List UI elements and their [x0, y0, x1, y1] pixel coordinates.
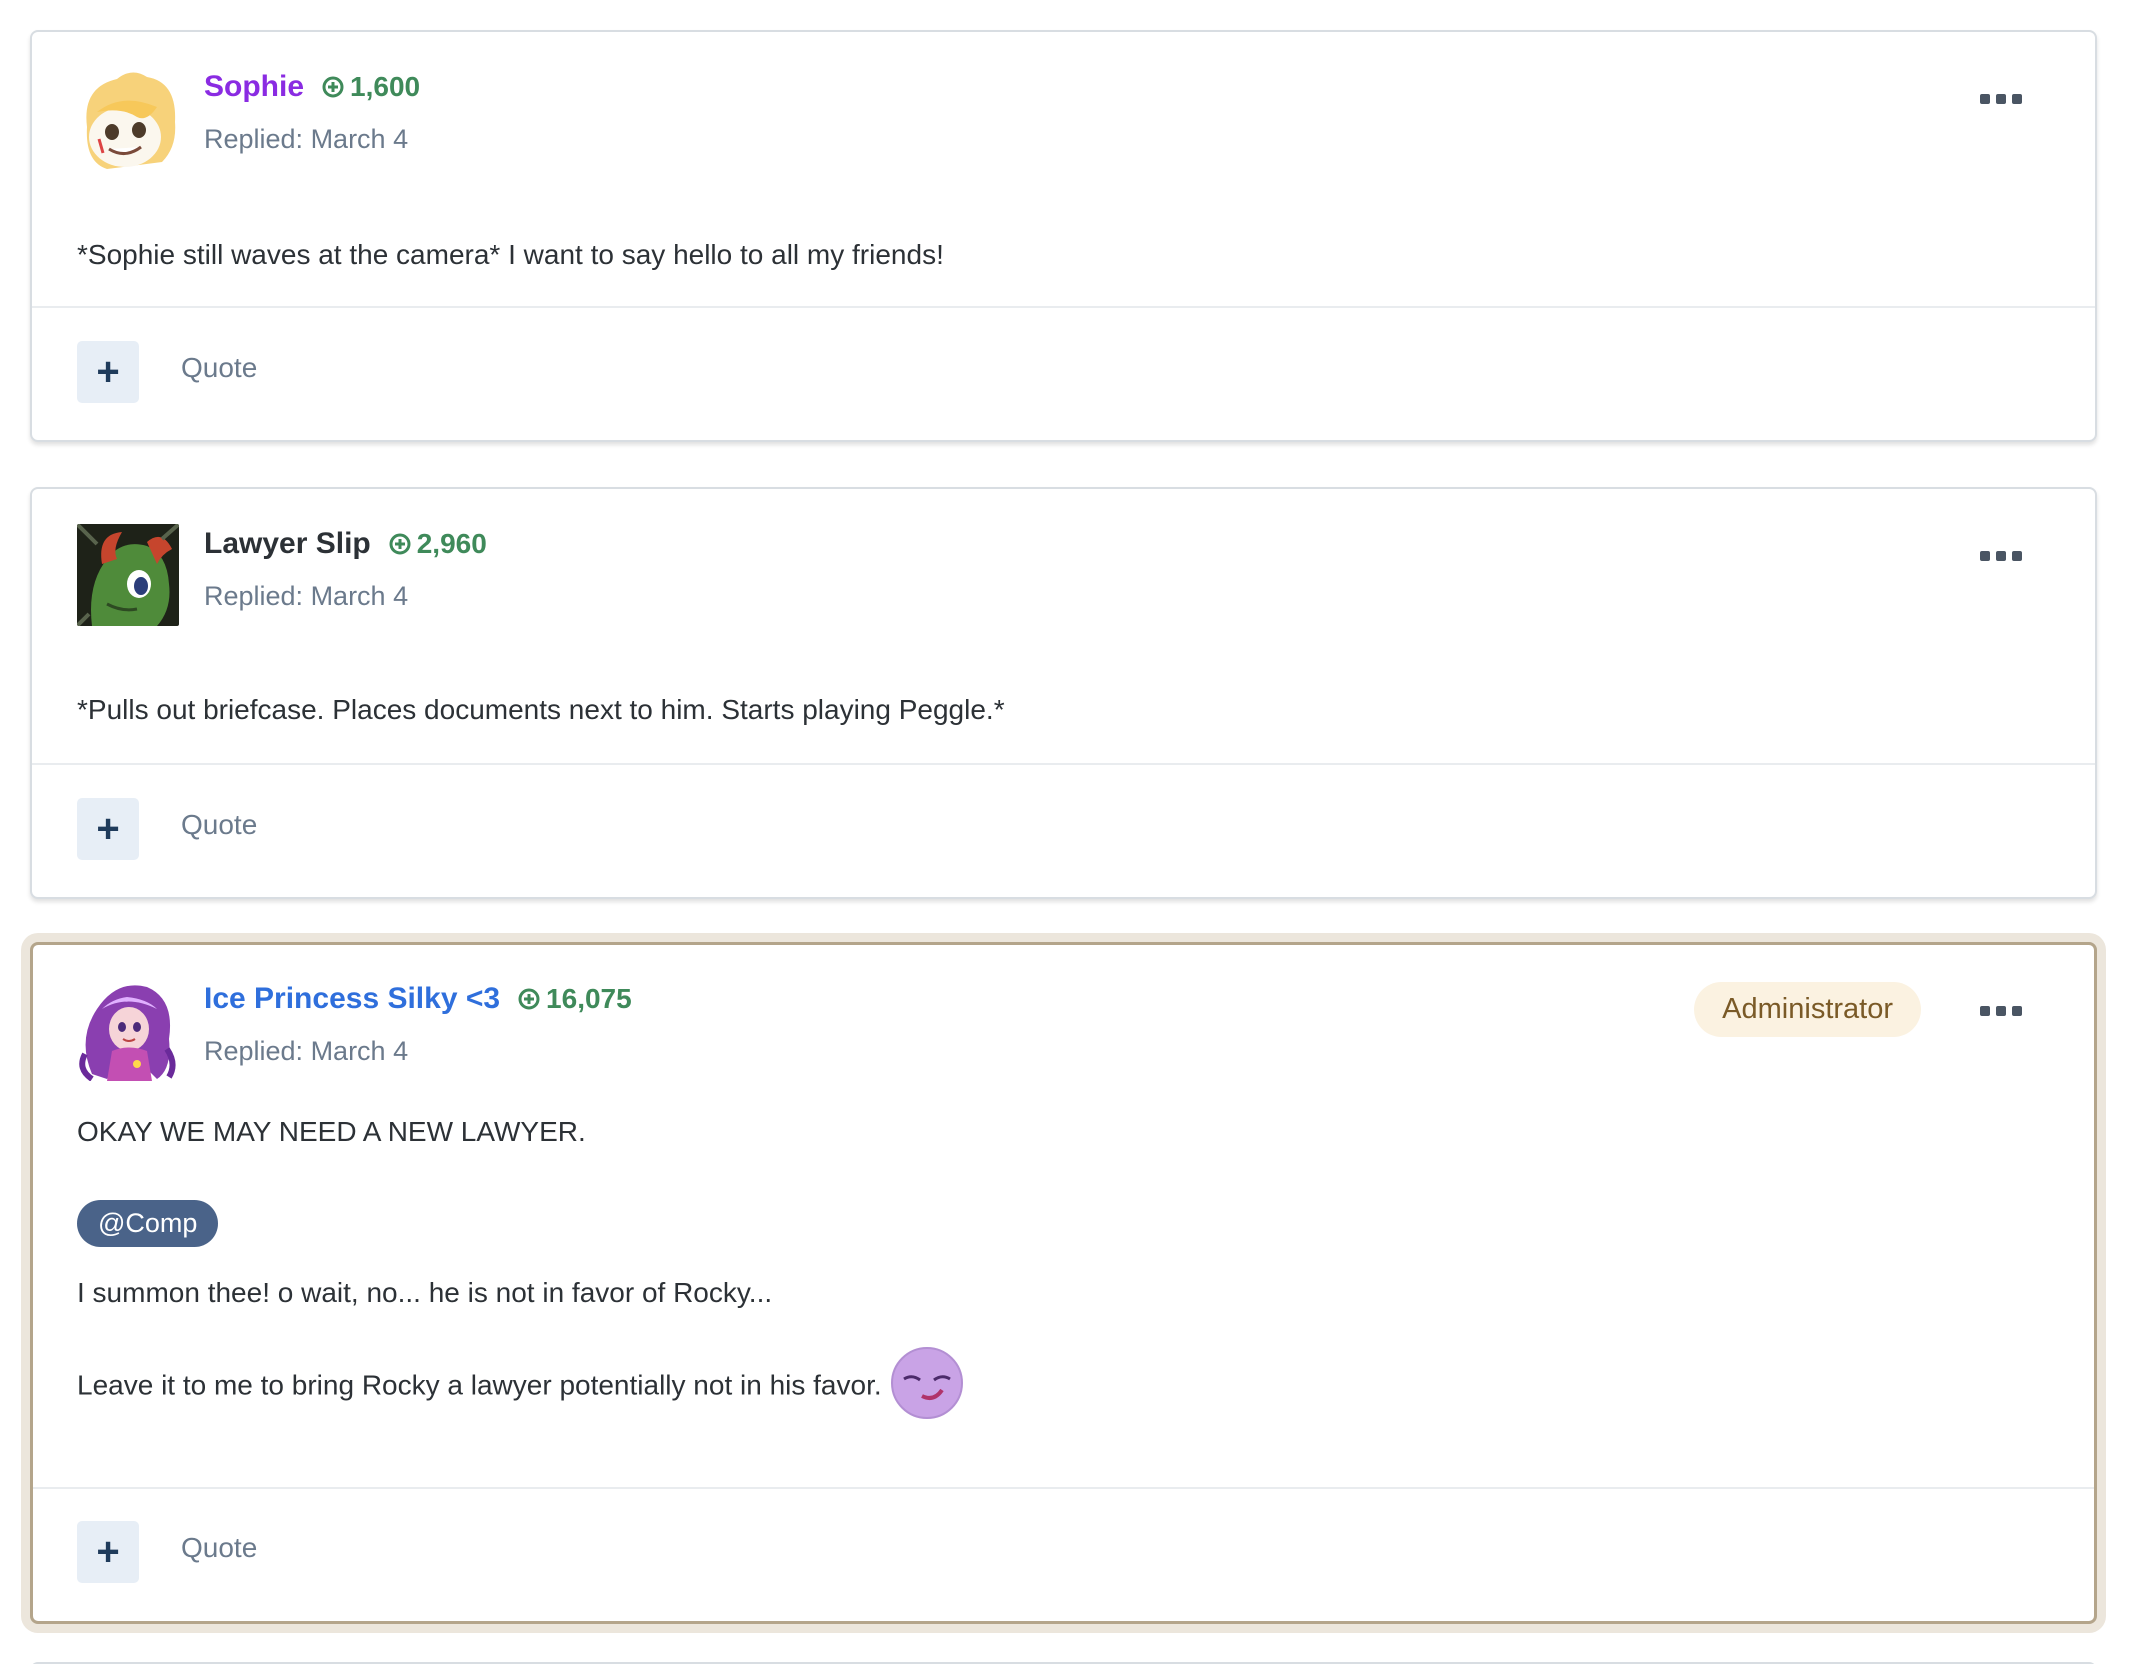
reply-date: Replied: March 4	[204, 124, 409, 154]
more-options-icon[interactable]	[1979, 547, 2023, 565]
reply-date: Replied: March 4	[204, 581, 409, 611]
reputation-count: 1,600	[350, 71, 421, 102]
avatar[interactable]	[77, 979, 179, 1081]
post-header: Sophie 1,600 Replied: March 4	[32, 32, 2095, 192]
author-name[interactable]: Lawyer Slip	[204, 527, 371, 561]
post-text: I summon thee! o wait, no... he is not i…	[77, 1277, 773, 1309]
reputation: 16,075	[518, 983, 632, 1015]
post-feed: Sophie 1,600 Replied: March 4 *Sophie st…	[0, 0, 2138, 1664]
mention-row: @Comp	[77, 1200, 2049, 1248]
post-footer: + Quote	[33, 1487, 2094, 1621]
post-content: *Pulls out briefcase. Places documents n…	[32, 692, 2095, 728]
reputation: 1,600	[322, 71, 420, 103]
post-header: Ice Princess Silky <3 16,075 Replied: Ma…	[33, 945, 2094, 1105]
post-card-highlighted: Ice Princess Silky <3 16,075 Replied: Ma…	[30, 942, 2097, 1624]
plus-circle-icon	[322, 76, 344, 98]
post-content: *Sophie still waves at the camera* I wan…	[32, 237, 2095, 273]
post-header: Lawyer Slip 2,960 Replied: March 4	[32, 489, 2095, 649]
user-mention[interactable]: @Comp	[77, 1200, 219, 1248]
author-name[interactable]: Ice Princess Silky <3	[204, 982, 500, 1016]
author-line: Ice Princess Silky <3 16,075	[204, 982, 632, 1016]
react-button[interactable]: +	[77, 1521, 139, 1583]
reputation-count: 16,075	[546, 983, 632, 1014]
avatar[interactable]	[77, 524, 179, 626]
quote-button[interactable]: Quote	[181, 809, 257, 841]
post-text: *Pulls out briefcase. Places documents n…	[77, 694, 1005, 725]
more-options-icon[interactable]	[1979, 90, 2023, 108]
react-button[interactable]: +	[77, 798, 139, 860]
post-text-with-emoji: Leave it to me to bring Rocky a lawyer p…	[77, 1346, 2049, 1424]
post-text: *Sophie still waves at the camera* I wan…	[77, 239, 944, 270]
plus-circle-icon	[389, 533, 411, 555]
post-footer: + Quote	[32, 763, 2095, 897]
react-button[interactable]: +	[77, 341, 139, 403]
avatar[interactable]	[77, 67, 179, 169]
author-name[interactable]: Sophie	[204, 70, 304, 104]
author-line: Sophie 1,600	[204, 70, 420, 104]
smirk-face-emoji-icon	[890, 1346, 963, 1419]
author-line: Lawyer Slip 2,960	[204, 527, 487, 561]
quote-button[interactable]: Quote	[181, 352, 257, 384]
reply-date: Replied: March 4	[204, 1036, 409, 1066]
role-badge: Administrator	[1694, 982, 1921, 1037]
reputation: 2,960	[389, 528, 487, 560]
post-text: Leave it to me to bring Rocky a lawyer p…	[77, 1369, 882, 1401]
post-content: OKAY WE MAY NEED A NEW LAWYER. @Comp I s…	[33, 1114, 2094, 1424]
reputation-count: 2,960	[416, 528, 487, 559]
more-options-icon[interactable]	[1979, 1002, 2023, 1020]
post-footer: + Quote	[32, 306, 2095, 440]
quote-button[interactable]: Quote	[181, 1532, 257, 1564]
plus-circle-icon	[518, 988, 540, 1010]
post-card: Sophie 1,600 Replied: March 4 *Sophie st…	[30, 30, 2097, 442]
post-text: OKAY WE MAY NEED A NEW LAWYER.	[77, 1116, 586, 1147]
post-card: Lawyer Slip 2,960 Replied: March 4 *Pull…	[30, 487, 2097, 899]
